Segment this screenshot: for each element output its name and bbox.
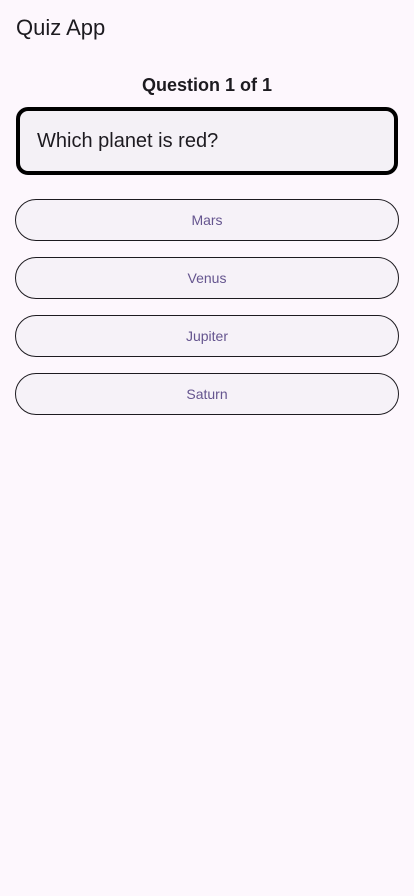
question-card: Which planet is red? (16, 107, 398, 175)
question-counter: Question 1 of 1 (141, 75, 273, 95)
quiz-content: Question 1 of 1 Which planet is red? Mar… (0, 73, 414, 415)
answer-button-mars[interactable]: Mars (15, 199, 399, 241)
answer-button-jupiter[interactable]: Jupiter (15, 315, 399, 357)
answer-button-saturn[interactable]: Saturn (15, 373, 399, 415)
app-bar: Quiz App (0, 0, 414, 56)
answer-list: Mars Venus Jupiter Saturn (15, 199, 399, 415)
question-text: Which planet is red? (37, 129, 219, 152)
app-title: Quiz App (16, 15, 106, 40)
answer-button-venus[interactable]: Venus (15, 257, 399, 299)
